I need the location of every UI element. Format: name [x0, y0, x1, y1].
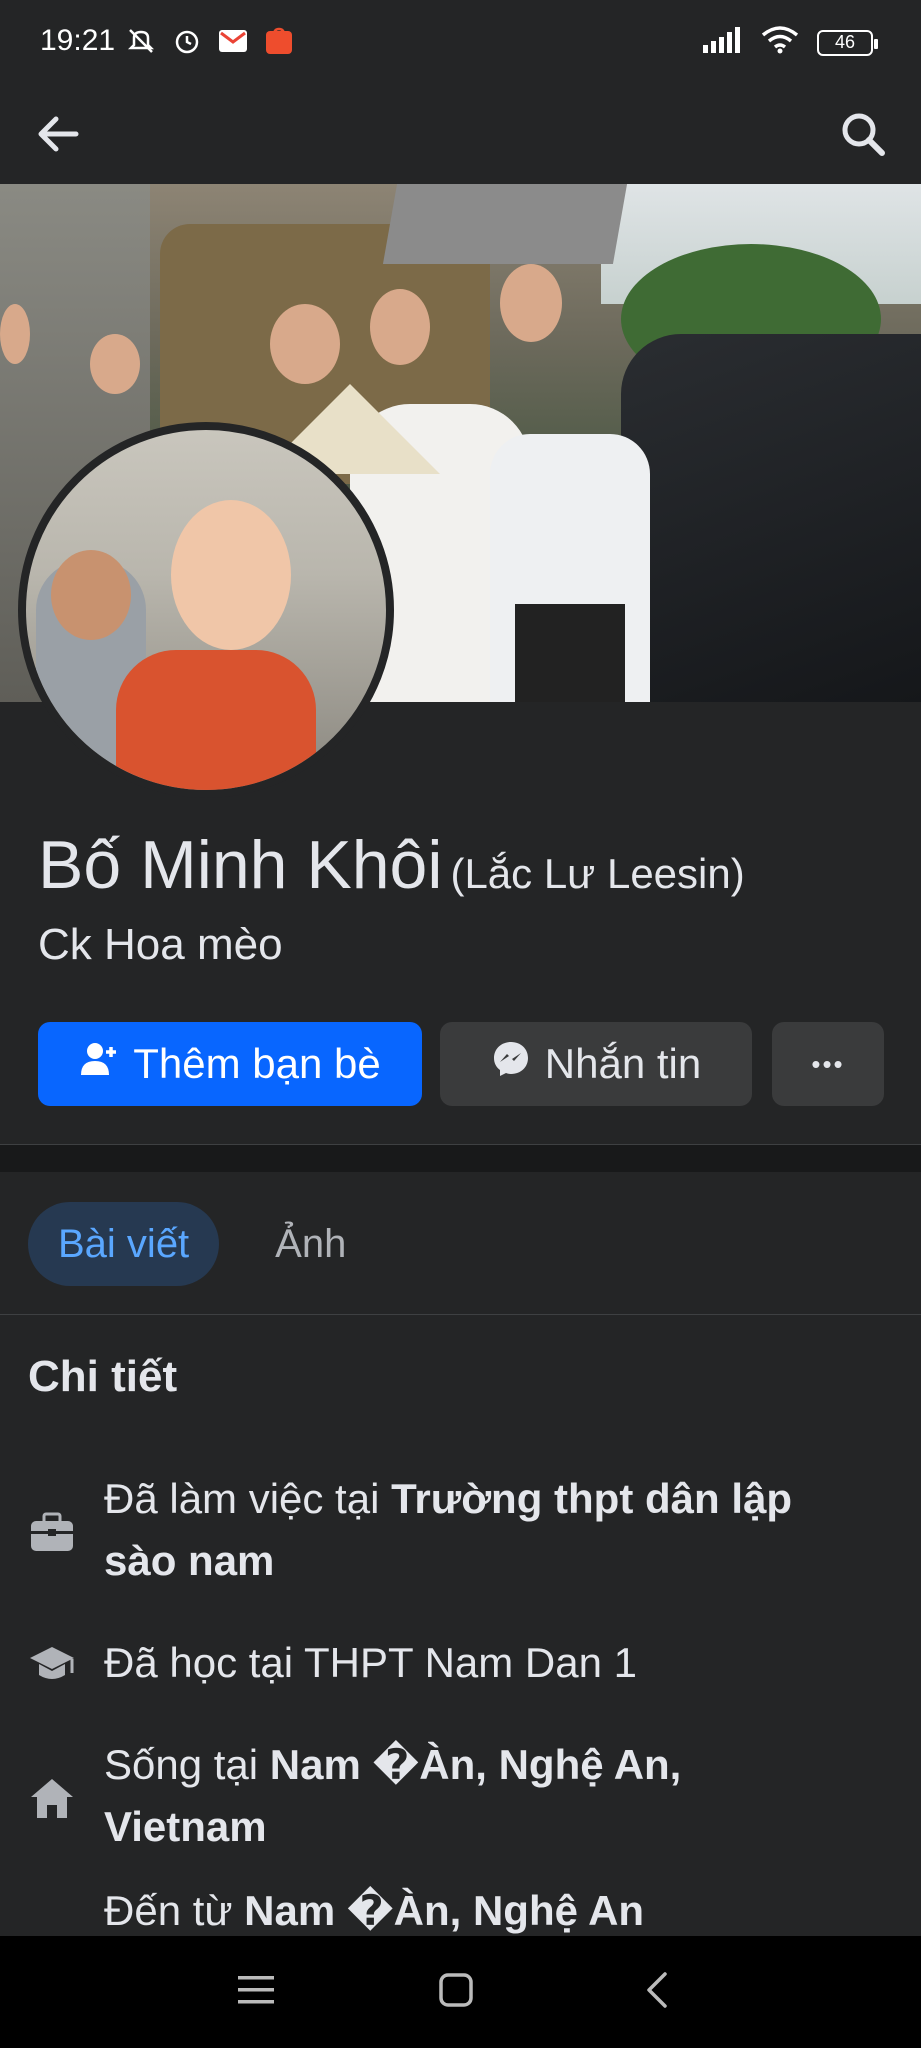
detail-from-text: Đến từ Nam �Àn, Nghệ An: [104, 1887, 645, 1934]
detail-education-text: Đã học tại THPT Nam Dan 1: [104, 1639, 637, 1686]
menu-lines-icon: [236, 1973, 276, 2012]
messenger-icon: [491, 1039, 531, 1089]
status-icons-left: [124, 24, 296, 58]
briefcase-icon: [28, 1508, 76, 1556]
arrow-left-icon: [34, 110, 82, 163]
details-title: Chi tiết: [28, 1352, 178, 1401]
section-divider: [0, 1144, 921, 1172]
recent-apps-button[interactable]: [226, 1962, 286, 2022]
shopee-icon: [262, 24, 296, 58]
add-friend-button[interactable]: Thêm bạn bè: [38, 1022, 422, 1106]
alarm-icon: [170, 24, 204, 58]
profile-bio: Ck Hoa mèo: [38, 920, 283, 969]
message-label: Nhắn tin: [544, 1040, 702, 1087]
gmail-icon: [216, 24, 250, 58]
detail-lives-in-text: Sống tại Nam �Àn, Nghệ An, Vietnam: [104, 1741, 682, 1850]
app-header: [0, 88, 921, 184]
add-friend-icon: [79, 1039, 119, 1089]
tab-photos[interactable]: Ảnh: [245, 1202, 376, 1286]
profile-alt-name: (Lắc Lư Leesin): [450, 850, 745, 897]
square-icon: [438, 1972, 474, 2013]
profile-name-text: Bố Minh Khôi: [38, 827, 443, 903]
profile-name: Bố Minh Khôi (Lắc Lư Leesin): [38, 826, 745, 904]
graduation-cap-icon: [28, 1640, 76, 1688]
mute-icon: [124, 24, 158, 58]
battery-icon: 46: [817, 29, 878, 56]
chevron-left-icon: [643, 1970, 673, 2015]
back-button[interactable]: [28, 106, 88, 166]
profile-avatar[interactable]: [18, 422, 394, 798]
status-bar: 19:21 46: [0, 0, 921, 88]
wifi-icon: [761, 26, 799, 59]
more-dots-icon: •••: [811, 1048, 845, 1079]
add-friend-label: Thêm bạn bè: [133, 1040, 381, 1087]
home-button[interactable]: [426, 1962, 486, 2022]
system-nav-bar: [0, 1936, 921, 2048]
status-icons-right: 46: [703, 26, 878, 59]
search-button[interactable]: [833, 106, 893, 166]
profile-tabs: Bài viết Ảnh: [28, 1202, 376, 1286]
status-time: 19:21: [40, 24, 116, 57]
system-back-button[interactable]: [628, 1962, 688, 2022]
home-icon: [28, 1774, 76, 1822]
tab-posts[interactable]: Bài viết: [28, 1202, 220, 1286]
search-icon: [839, 110, 887, 163]
detail-work-text: Đã làm việc tại Trường thpt dân lập sào …: [104, 1475, 793, 1584]
message-button[interactable]: Nhắn tin: [440, 1022, 752, 1106]
profile-actions: Thêm bạn bè Nhắn tin •••: [38, 1022, 884, 1106]
more-options-button[interactable]: •••: [772, 1022, 884, 1106]
signal-icon: [703, 27, 743, 58]
tabs-divider: [0, 1314, 921, 1315]
